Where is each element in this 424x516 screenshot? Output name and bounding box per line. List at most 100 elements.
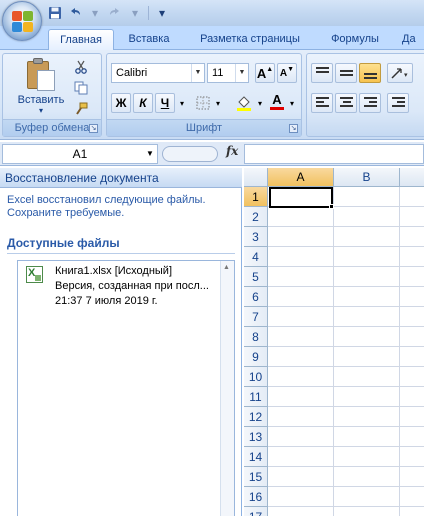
row-header[interactable]: 9 bbox=[244, 347, 268, 367]
align-top-button[interactable] bbox=[311, 63, 333, 83]
column-header-a[interactable]: A bbox=[268, 168, 334, 187]
grid-line bbox=[268, 226, 424, 227]
grid-line bbox=[268, 486, 424, 487]
column-header-c[interactable] bbox=[400, 168, 424, 187]
redo-dropdown-icon[interactable]: ▾ bbox=[126, 4, 144, 22]
font-name-select[interactable]: Calibri ▼ bbox=[111, 63, 205, 83]
row-header[interactable]: 4 bbox=[244, 247, 268, 267]
insert-function-icon[interactable]: fx bbox=[226, 144, 238, 158]
grid-line bbox=[268, 326, 424, 327]
chevron-down-icon[interactable]: ▼ bbox=[143, 145, 157, 163]
document-recovery-pane: Восстановление документа Excel восстанов… bbox=[0, 168, 242, 516]
align-middle-button[interactable] bbox=[335, 63, 357, 83]
shrink-font-button[interactable]: A ▼ bbox=[277, 63, 297, 83]
paste-dropdown-icon[interactable]: ▾ bbox=[13, 106, 69, 115]
row-header[interactable]: 2 bbox=[244, 207, 268, 227]
formula-cancel-enter-area[interactable] bbox=[162, 146, 218, 162]
grid-line bbox=[268, 246, 424, 247]
row-header[interactable]: 7 bbox=[244, 307, 268, 327]
grid-line bbox=[268, 426, 424, 427]
clipboard-group: Вставить ▾ Буфер обмена ↘ bbox=[2, 53, 102, 137]
format-painter-icon[interactable] bbox=[73, 101, 89, 117]
worksheet-grid[interactable]: A B 1234567891011121314151617 bbox=[244, 168, 424, 516]
excel-file-icon bbox=[26, 266, 43, 283]
row-header[interactable]: 14 bbox=[244, 447, 268, 467]
row-header[interactable]: 1 bbox=[244, 187, 268, 207]
recovered-files-list: Книга1.xlsx [Исходный] Версия, созданная… bbox=[17, 260, 235, 516]
row-header[interactable]: 13 bbox=[244, 427, 268, 447]
row-header[interactable]: 3 bbox=[244, 227, 268, 247]
row-header[interactable]: 12 bbox=[244, 407, 268, 427]
grid-line bbox=[268, 346, 424, 347]
italic-button[interactable]: К bbox=[133, 93, 153, 113]
fill-handle[interactable] bbox=[329, 204, 334, 209]
tab-home[interactable]: Главная bbox=[48, 29, 114, 51]
pane-title: Восстановление документа bbox=[0, 168, 242, 188]
row-header[interactable]: 15 bbox=[244, 467, 268, 487]
orientation-button[interactable]: ▾ bbox=[387, 63, 413, 83]
clipboard-group-label: Буфер обмена bbox=[3, 119, 101, 136]
font-size-value: 11 bbox=[212, 67, 224, 79]
select-all-corner[interactable] bbox=[244, 168, 268, 187]
align-right-button[interactable] bbox=[359, 93, 381, 113]
row-header[interactable]: 8 bbox=[244, 327, 268, 347]
title-bar: ▾ ▾ ▾ bbox=[0, 0, 424, 26]
row-header[interactable]: 6 bbox=[244, 287, 268, 307]
name-box[interactable]: A1 ▼ bbox=[2, 144, 158, 164]
file-timestamp: 21:37 7 июля 2019 г. bbox=[55, 295, 158, 307]
font-group-label: Шрифт bbox=[107, 119, 301, 136]
borders-dropdown-icon[interactable]: ▾ bbox=[213, 93, 223, 113]
align-center-button[interactable] bbox=[335, 93, 357, 113]
decrease-indent-button[interactable] bbox=[387, 93, 409, 113]
row-header[interactable]: 17 bbox=[244, 507, 268, 516]
cut-icon[interactable] bbox=[73, 59, 89, 75]
customize-qat-icon[interactable]: ▾ bbox=[153, 4, 171, 22]
recovery-message-line1: Excel восстановил следующие файлы. bbox=[7, 194, 206, 206]
quick-access-toolbar: ▾ ▾ ▾ bbox=[46, 4, 171, 22]
row-header[interactable]: 16 bbox=[244, 487, 268, 507]
formula-bar: A1 ▼ fx bbox=[0, 142, 424, 166]
office-button[interactable] bbox=[2, 1, 42, 41]
paste-button[interactable]: Вставить ▾ bbox=[13, 58, 69, 118]
tab-formulas[interactable]: Формулы bbox=[322, 29, 388, 51]
font-group: Calibri ▼ 11 ▼ A ▲ A ▼ Ж К Ч ▾ ▾ ▾ A ▾ Шри… bbox=[106, 53, 302, 137]
font-color-swatch bbox=[270, 106, 284, 110]
fill-color-dropdown-icon[interactable]: ▾ bbox=[255, 93, 265, 113]
ribbon-tabs: Главная Вставка Разметка страницы Формул… bbox=[0, 26, 424, 51]
clipboard-launcher-icon[interactable]: ↘ bbox=[89, 124, 98, 133]
column-header-b[interactable]: B bbox=[334, 168, 400, 187]
row-header[interactable]: 10 bbox=[244, 367, 268, 387]
font-color-dropdown-icon[interactable]: ▾ bbox=[287, 93, 297, 113]
scroll-up-icon[interactable]: ▲ bbox=[223, 264, 230, 271]
file-description: Версия, созданная при посл... bbox=[55, 280, 209, 292]
copy-icon[interactable] bbox=[73, 80, 89, 96]
name-box-value: A1 bbox=[72, 147, 88, 161]
font-color-button[interactable]: A bbox=[267, 91, 287, 111]
underline-button[interactable]: Ч bbox=[155, 93, 175, 113]
align-bottom-button[interactable] bbox=[359, 63, 381, 83]
borders-icon[interactable] bbox=[193, 93, 213, 113]
tab-data[interactable]: Да bbox=[402, 29, 424, 51]
save-icon[interactable] bbox=[46, 4, 64, 22]
grow-font-button[interactable]: A ▲ bbox=[255, 63, 275, 83]
shrink-font-label: A bbox=[279, 67, 288, 79]
undo-icon[interactable] bbox=[66, 4, 84, 22]
undo-dropdown-icon[interactable]: ▾ bbox=[86, 4, 104, 22]
formula-input[interactable] bbox=[244, 144, 424, 164]
font-size-select[interactable]: 11 ▼ bbox=[207, 63, 249, 83]
underline-dropdown-icon[interactable]: ▾ bbox=[177, 93, 187, 113]
grid-line bbox=[268, 366, 424, 367]
row-header[interactable]: 5 bbox=[244, 267, 268, 287]
align-left-button[interactable] bbox=[311, 93, 333, 113]
row-header[interactable]: 11 bbox=[244, 387, 268, 407]
active-cell[interactable] bbox=[269, 187, 333, 208]
bold-button[interactable]: Ж bbox=[111, 93, 131, 113]
chevron-down-icon: ▼ bbox=[191, 64, 204, 82]
file-list-scrollbar[interactable]: ▲ bbox=[220, 261, 234, 516]
font-launcher-icon[interactable]: ↘ bbox=[289, 124, 298, 133]
tab-insert[interactable]: Вставка bbox=[118, 29, 180, 51]
fill-color-icon[interactable] bbox=[233, 93, 255, 113]
qat-separator bbox=[148, 6, 149, 20]
tab-page-layout[interactable]: Разметка страницы bbox=[190, 29, 310, 51]
redo-icon[interactable] bbox=[106, 4, 124, 22]
